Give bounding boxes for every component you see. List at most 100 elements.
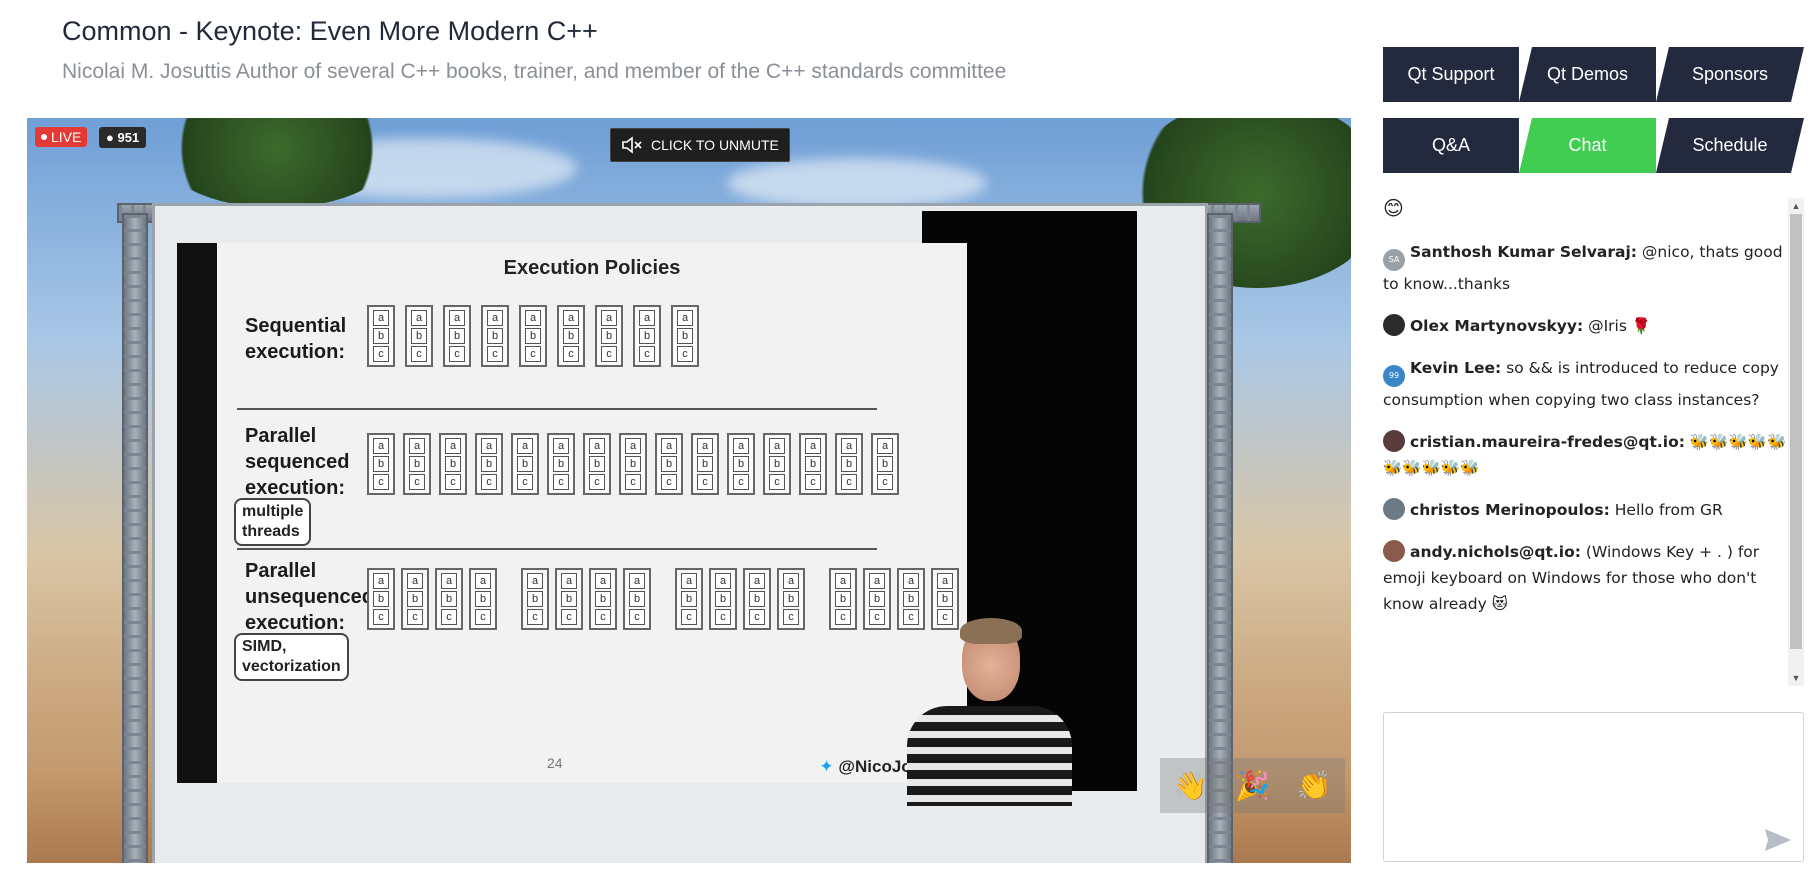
avatar: SA [1383,249,1405,271]
avatar [1383,314,1405,336]
task-cell: abc [871,433,899,495]
chat-message: 😊 [1383,195,1793,223]
task-cell: abc [671,305,699,367]
cloud [727,158,987,208]
chat-author: andy.nichols@qt.io: [1410,543,1581,561]
task-cell: abc [481,305,509,367]
chat-author: cristian.maureira-fredes@qt.io: [1410,433,1685,451]
page-title: Common - Keynote: Even More Modern C++ [62,16,598,46]
task-cell: abc [799,433,827,495]
tab-qa[interactable]: Q&A [1383,118,1519,173]
task-cell: abc [401,568,429,630]
speaker [907,706,1072,806]
send-icon[interactable] [1763,827,1793,853]
task-cell: abc [633,305,661,367]
unsequenced-cells: abc abc abc abc abc abc abc abc abc abc … [367,568,959,630]
twitter-bird-icon: ✦ [819,757,834,776]
chat-author: Kevin Lee: [1410,359,1502,377]
slide-title: Execution Policies [503,257,681,279]
task-cell: abc [555,568,583,630]
video-player[interactable]: Execution Policies Sequential execution:… [27,118,1351,863]
task-cell: abc [835,433,863,495]
scroll-down-arrow-icon[interactable]: ▼ [1788,670,1804,686]
scrollbar-thumb[interactable] [1790,214,1802,649]
clap-reaction-button[interactable]: 👏 [1297,769,1332,802]
slide-section-label: Parallel unsequenced execution: [245,560,374,634]
tab-chat[interactable]: Chat [1519,118,1656,173]
slide-note-bubble: SIMD, vectorization [234,633,349,681]
chat-text: Hello from GR [1609,501,1723,519]
task-cell: abc [897,568,925,630]
avatar [1383,498,1405,520]
task-cell: abc [623,568,651,630]
tab-sponsors[interactable]: Sponsors [1656,47,1804,102]
task-cell: abc [367,568,395,630]
avatar [1383,540,1405,562]
slide-section-label: Sequential execution: [245,315,347,363]
task-cell: abc [691,433,719,495]
chat-message: cristian.maureira-fredes@qt.io: 🐝🐝🐝🐝🐝🐝🐝🐝… [1383,429,1793,481]
sequential-cells: abc abc abc abc abc abc abc abc abc [367,305,699,367]
chat-message: christos Merinopoulos: Hello from GR [1383,497,1793,523]
chat-messages: 😊 SA Santhosh Kumar Selvaraj: @nico, that… [1383,195,1793,688]
person-icon: ● [106,130,114,145]
reaction-bar: 👋 🎉 👏 [1160,758,1345,813]
task-cell: abc [777,568,805,630]
scroll-up-arrow-icon[interactable]: ▲ [1788,198,1804,214]
live-badge: LIVE [35,127,88,147]
chat-message: SA Santhosh Kumar Selvaraj: @nico, thats … [1383,239,1793,297]
chat-author: Olex Martynovskyy: [1410,317,1584,335]
task-cell: abc [475,433,503,495]
chat-input[interactable] [1383,712,1804,862]
task-cell: abc [557,305,585,367]
tab-qt-support[interactable]: Qt Support [1383,47,1519,102]
viewer-count-badge: ● 951 [99,127,147,148]
task-cell: abc [595,305,623,367]
live-dot-icon [41,134,47,140]
task-cell: abc [367,433,395,495]
muted-speaker-icon [622,136,642,154]
wave-reaction-button[interactable]: 👋 [1173,769,1208,802]
task-cell: abc [763,433,791,495]
task-cell: abc [443,305,471,367]
page-subtitle: Nicolai M. Josuttis Author of several C+… [62,60,1007,83]
task-cell: abc [931,568,959,630]
chat-text: 😊 [1383,196,1404,220]
task-cell: abc [829,568,857,630]
avatar: 99 [1383,365,1405,387]
task-cell: abc [521,568,549,630]
task-cell: abc [589,568,617,630]
speaker-hair [960,618,1022,644]
task-cell: abc [367,305,395,367]
presentation-slide: Execution Policies Sequential execution:… [177,243,967,783]
task-cell: abc [403,433,431,495]
task-cell: abc [675,568,703,630]
task-cell: abc [655,433,683,495]
unmute-button[interactable]: CLICK TO UNMUTE [610,128,790,162]
task-cell: abc [727,433,755,495]
task-cell: abc [519,305,547,367]
chat-message: andy.nichols@qt.io: (Windows Key + . ) f… [1383,539,1793,617]
task-cell: abc [619,433,647,495]
task-cell: abc [709,568,737,630]
task-cell: abc [743,568,771,630]
parallel-cells: abc abc abc abc abc abc abc abc abc abc … [367,433,899,495]
task-cell: abc [405,305,433,367]
chat-author: christos Merinopoulos: [1410,501,1610,519]
chat-message: Olex Martynovskyy: @Iris 🌹 [1383,313,1793,339]
task-cell: abc [863,568,891,630]
chat-text: @Iris 🌹 [1583,317,1652,335]
chat-scrollbar[interactable]: ▲ ▼ [1788,198,1804,686]
tab-qt-demos[interactable]: Qt Demos [1519,47,1656,102]
task-cell: abc [469,568,497,630]
slide-separator [237,548,877,550]
slide-note-bubble: multiple threads [234,498,312,546]
chat-author: Santhosh Kumar Selvaraj: [1410,243,1637,261]
tab-schedule[interactable]: Schedule [1656,118,1804,173]
slide-page-number: 24 [547,755,563,771]
party-reaction-button[interactable]: 🎉 [1235,769,1270,802]
task-cell: abc [439,433,467,495]
task-cell: abc [583,433,611,495]
slide-section-label: Parallel sequenced execution: [245,425,350,499]
task-cell: abc [435,568,463,630]
